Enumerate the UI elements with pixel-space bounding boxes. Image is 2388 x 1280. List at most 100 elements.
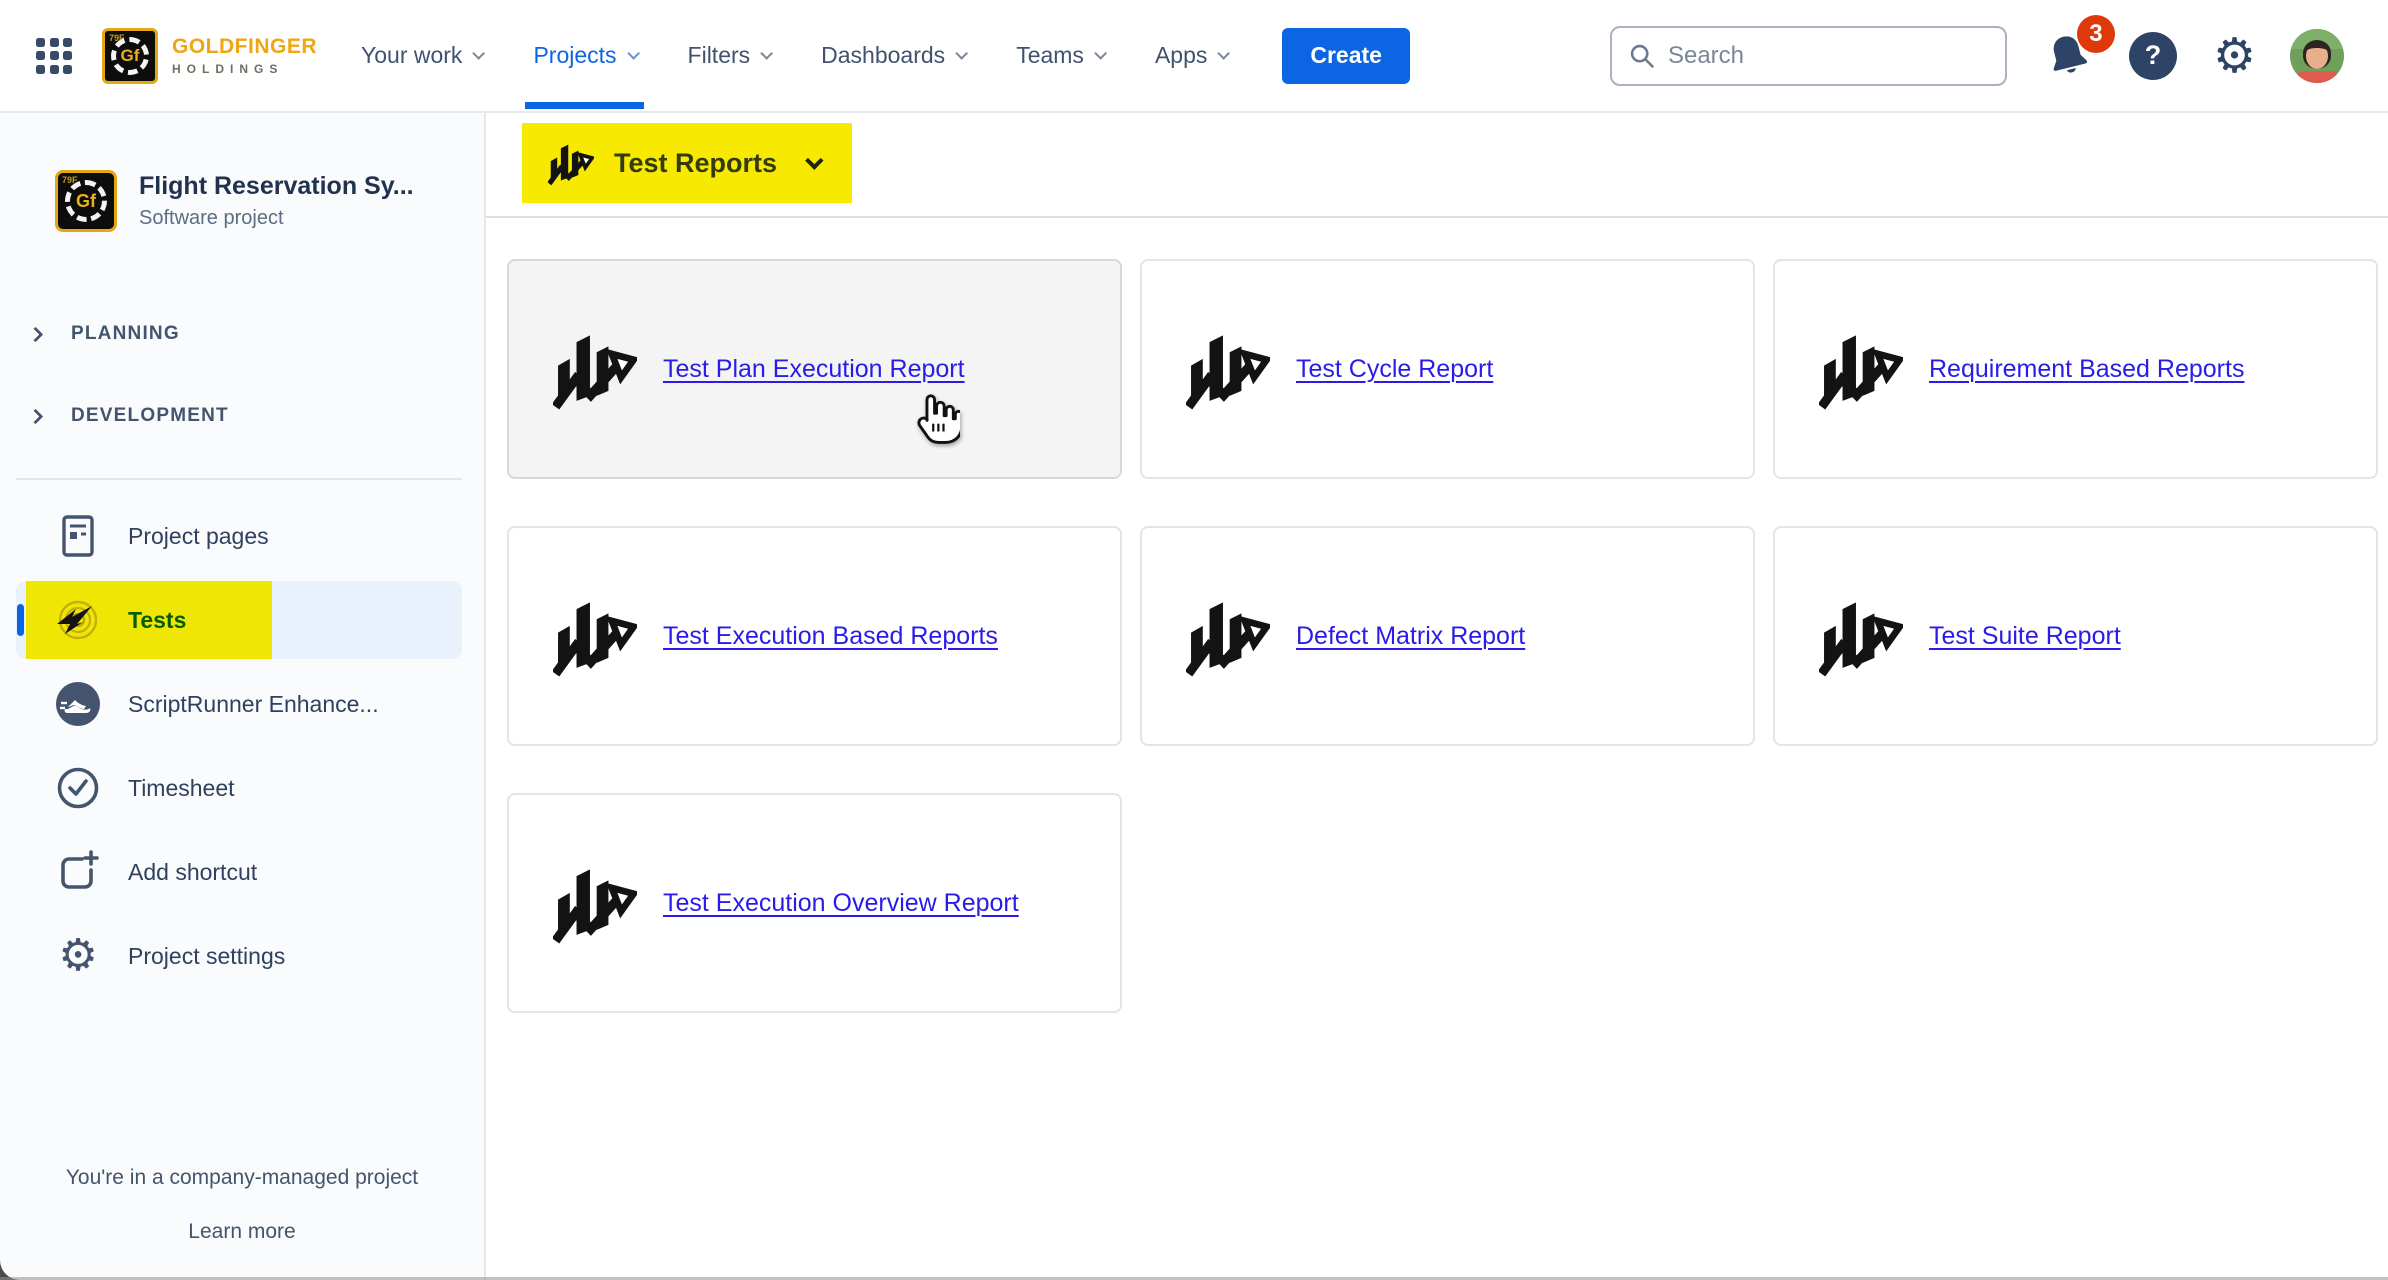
create-button[interactable]: Create: [1282, 28, 1410, 84]
project-name: Flight Reservation Sy...: [139, 172, 414, 201]
primary-nav: Your work Projects Filters Dashboards Te…: [361, 0, 1226, 111]
add-shortcut-icon: [55, 849, 101, 895]
card-requirement-based-reports[interactable]: Requirement Based Reports: [1773, 259, 2378, 479]
chevron-down-icon: [760, 47, 773, 60]
brand-name: GOLDFINGER: [172, 35, 317, 59]
zephyr-tests-icon: [55, 597, 101, 643]
section-label: DEVELOPMENT: [71, 405, 229, 427]
sidebar-item-label: Add shortcut: [128, 859, 257, 886]
card-test-execution-based-reports[interactable]: Test Execution Based Reports: [507, 526, 1122, 746]
sidebar-divider: [16, 478, 462, 480]
card-test-execution-overview-report[interactable]: Test Execution Overview Report: [507, 793, 1122, 1013]
card-test-cycle-report[interactable]: Test Cycle Report: [1140, 259, 1755, 479]
bar-chart-trend-icon: [548, 139, 594, 187]
chevron-right-icon: [28, 408, 44, 424]
nav-label: Teams: [1016, 42, 1084, 69]
search-icon: [1628, 42, 1656, 70]
main-content: Test Reports Test Plan Execution Report: [486, 113, 2388, 1280]
search-input[interactable]: [1668, 42, 1989, 70]
nav-projects[interactable]: Projects: [533, 0, 635, 111]
check-circle-icon: [55, 765, 101, 811]
report-chart-icon: [1186, 325, 1270, 413]
report-link[interactable]: Test Suite Report: [1929, 619, 2121, 654]
site-logo[interactable]: 79F Gf GOLDFINGER HOLDINGS: [102, 28, 317, 84]
test-reports-dropdown-button[interactable]: Test Reports: [522, 123, 852, 203]
report-chart-icon: [553, 592, 637, 680]
nav-teams[interactable]: Teams: [1016, 0, 1103, 111]
chevron-down-icon: [473, 47, 486, 60]
report-chart-icon: [1819, 592, 1903, 680]
test-reports-label: Test Reports: [614, 148, 777, 179]
learn-more-link[interactable]: Learn more: [188, 1220, 295, 1244]
brand-subtitle: HOLDINGS: [172, 62, 317, 76]
question-mark-icon: ?: [2129, 32, 2177, 80]
notification-badge: 3: [2077, 15, 2115, 53]
chevron-down-icon: [1094, 47, 1107, 60]
help-button[interactable]: ?: [2129, 32, 2177, 80]
sidebar-item-timesheet[interactable]: Timesheet: [16, 749, 462, 827]
mouse-cursor-pointer: [906, 388, 960, 446]
nav-label: Your work: [361, 42, 462, 69]
chevron-right-icon: [28, 326, 44, 342]
sidebar-item-scriptrunner[interactable]: ScriptRunner Enhance...: [16, 665, 462, 743]
card-test-suite-report[interactable]: Test Suite Report: [1773, 526, 2378, 746]
top-navigation-bar: 79F Gf GOLDFINGER HOLDINGS Your work Pro…: [0, 0, 2388, 113]
jira-app-window: 79F Gf GOLDFINGER HOLDINGS Your work Pro…: [0, 0, 2388, 1280]
brand-text: GOLDFINGER HOLDINGS: [172, 35, 317, 76]
search-box[interactable]: [1610, 26, 2007, 86]
notifications-button[interactable]: 3: [2043, 31, 2093, 81]
nav-label: Dashboards: [821, 42, 945, 69]
report-chart-icon: [553, 859, 637, 947]
content-divider: [486, 216, 2388, 218]
nav-filters[interactable]: Filters: [688, 0, 770, 111]
report-chart-icon: [553, 325, 637, 413]
gear-icon: ⚙: [58, 934, 97, 978]
document-icon: [55, 513, 101, 559]
app-switcher-icon[interactable]: [36, 38, 72, 74]
chevron-down-icon: [955, 47, 968, 60]
nav-label: Apps: [1155, 42, 1207, 69]
nav-apps[interactable]: Apps: [1155, 0, 1226, 111]
sidebar-item-label: Project pages: [128, 523, 269, 550]
report-link[interactable]: Test Execution Overview Report: [663, 886, 1019, 921]
project-avatar: 79F Gf: [55, 170, 117, 232]
chevron-down-icon: [805, 151, 823, 169]
nav-dashboards[interactable]: Dashboards: [821, 0, 964, 111]
sidebar-item-label: Project settings: [128, 943, 285, 970]
report-cards-grid: Test Plan Execution Report Test Cycle Re…: [507, 259, 2388, 1013]
chevron-down-icon: [1218, 47, 1231, 60]
report-chart-icon: [1186, 592, 1270, 680]
goldfinger-logo-icon: 79F Gf: [102, 28, 158, 84]
report-link[interactable]: Test Execution Based Reports: [663, 619, 998, 654]
card-defect-matrix-report[interactable]: Defect Matrix Report: [1140, 526, 1755, 746]
sidebar-item-project-pages[interactable]: Project pages: [16, 497, 462, 575]
sidebar-item-label: Tests: [128, 607, 186, 634]
sidebar-item-tests[interactable]: Tests: [16, 581, 462, 659]
report-chart-icon: [1819, 325, 1903, 413]
logo-monogram: Gf: [76, 191, 96, 212]
report-link[interactable]: Test Plan Execution Report: [663, 352, 965, 387]
card-test-plan-execution-report[interactable]: Test Plan Execution Report: [507, 259, 1122, 479]
logo-monogram: Gf: [121, 46, 140, 66]
project-type: Software project: [139, 207, 414, 230]
project-header[interactable]: 79F Gf Flight Reservation Sy... Software…: [55, 170, 484, 232]
user-avatar[interactable]: [2290, 29, 2344, 83]
report-link[interactable]: Requirement Based Reports: [1929, 352, 2244, 387]
sneaker-icon: [55, 681, 101, 727]
settings-button[interactable]: ⚙: [2213, 32, 2256, 80]
report-link[interactable]: Defect Matrix Report: [1296, 619, 1525, 654]
sidebar-item-project-settings[interactable]: ⚙ Project settings: [16, 917, 462, 995]
sidebar-section-planning[interactable]: PLANNING: [0, 314, 484, 354]
avatar-photo: [2290, 29, 2344, 83]
sidebar-item-label: Timesheet: [128, 775, 235, 802]
chevron-down-icon: [627, 47, 640, 60]
nav-label: Projects: [533, 42, 616, 69]
sidebar-item-label: ScriptRunner Enhance...: [128, 691, 379, 718]
nav-your-work[interactable]: Your work: [361, 0, 481, 111]
project-sidebar: 79F Gf Flight Reservation Sy... Software…: [0, 113, 486, 1280]
report-link[interactable]: Test Cycle Report: [1296, 352, 1493, 387]
sidebar-section-development[interactable]: DEVELOPMENT: [0, 396, 484, 436]
gear-icon: ⚙: [2213, 32, 2256, 80]
project-type-note: You're in a company-managed project: [0, 1166, 484, 1190]
sidebar-item-add-shortcut[interactable]: Add shortcut: [16, 833, 462, 911]
